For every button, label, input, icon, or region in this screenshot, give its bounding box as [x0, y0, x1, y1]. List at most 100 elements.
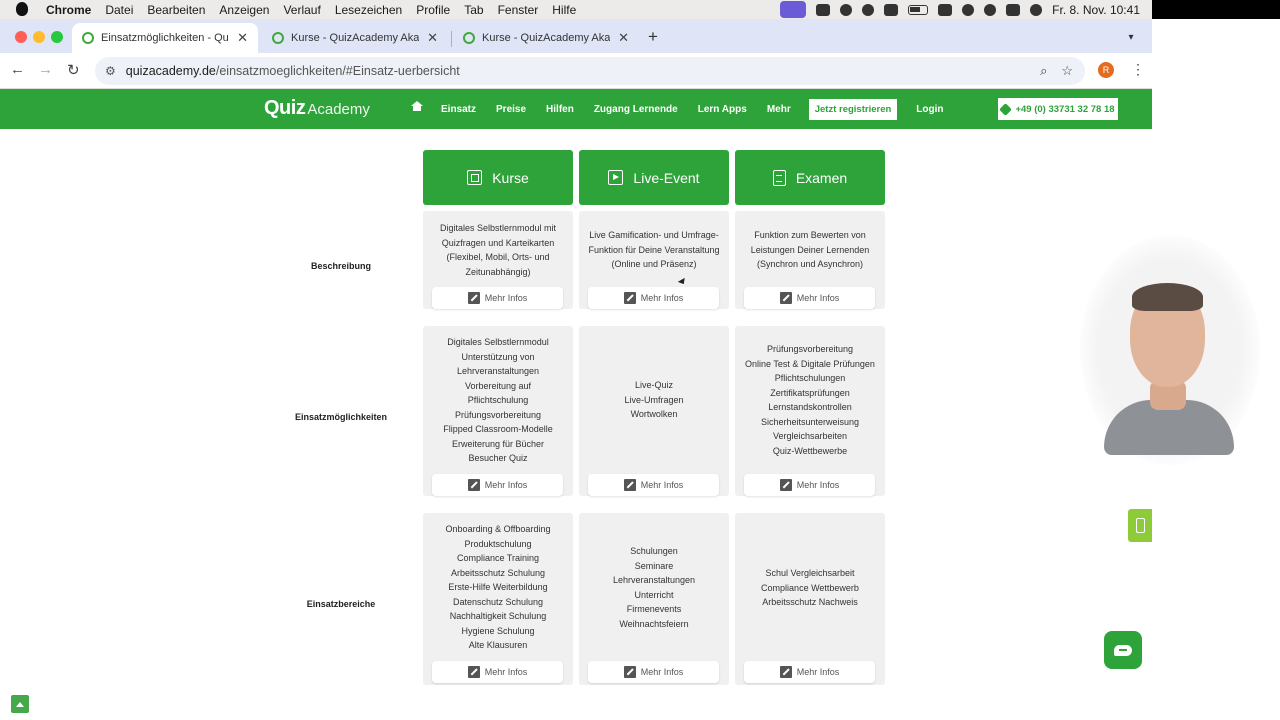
zoom-window-button[interactable]: [51, 31, 63, 43]
home-icon[interactable]: [411, 100, 423, 114]
nav-mehr[interactable]: Mehr: [767, 104, 791, 115]
mehr-infos-button[interactable]: Mehr Infos: [432, 661, 563, 683]
tab-label: Kurse - QuizAcademy Akademie: [291, 32, 420, 44]
phone-button[interactable]: +49 (0) 33731 32 78 18: [998, 98, 1118, 120]
reload-icon[interactable]: ↻: [67, 61, 80, 79]
menu-anzeigen[interactable]: Anzeigen: [219, 3, 269, 17]
menu-hilfe[interactable]: Hilfe: [552, 3, 576, 17]
record-icon[interactable]: [862, 3, 875, 16]
back-arrow-icon[interactable]: ←: [10, 61, 25, 78]
tab-separator: [451, 31, 452, 47]
screen-share-icon[interactable]: [780, 1, 807, 18]
address-bar[interactable]: ⚙ quizacademy.de/einsatzmoeglichkeiten/#…: [95, 57, 1085, 85]
quizacademy-favicon-icon: [272, 32, 284, 44]
video-frame-edge: [1152, 0, 1280, 19]
battery-icon[interactable]: [908, 4, 929, 15]
menu-tab[interactable]: Tab: [464, 3, 483, 17]
bookmark-star-icon[interactable]: ☆: [1061, 63, 1073, 79]
tab-kurse-2[interactable]: Kurse - QuizAcademy Akademie ✕: [453, 23, 639, 53]
mehr-infos-button[interactable]: Mehr Infos: [432, 474, 563, 496]
menu-bearbeiten[interactable]: Bearbeiten: [147, 3, 205, 17]
tab-einsatzmoeglichkeiten[interactable]: Einsatzmöglichkeiten - QuizAcademy ✕: [72, 23, 258, 53]
register-button[interactable]: Jetzt registrieren: [808, 98, 898, 120]
chrome-menu-icon[interactable]: ⋮: [1131, 61, 1145, 78]
edit-icon: [467, 666, 480, 678]
control-center-icon[interactable]: [1006, 3, 1021, 16]
edit-icon: [623, 479, 636, 491]
chat-button[interactable]: [1104, 631, 1142, 669]
site-nav: Einsatz Preise Hilfen Zugang Lernende Le…: [411, 89, 964, 129]
cell-text: Digitales Selbstlernmodul mit Quizfragen…: [439, 223, 557, 277]
mehr-infos-label: Mehr Infos: [640, 293, 684, 303]
minimize-window-button[interactable]: [33, 31, 45, 43]
mehr-infos-button[interactable]: Mehr Infos: [432, 287, 563, 309]
menu-verlauf[interactable]: Verlauf: [283, 3, 320, 17]
phone-icon: [999, 102, 1013, 116]
spotlight-search-icon[interactable]: [984, 3, 997, 16]
zoom-icon[interactable]: ⌕: [1040, 63, 1047, 79]
url-path: /einsatzmoeglichkeiten/#Einsatz-uerbersi…: [215, 64, 460, 78]
column-header-kurse[interactable]: Kurse: [423, 150, 573, 205]
courses-icon: [467, 170, 483, 185]
profile-avatar[interactable]: R: [1098, 62, 1114, 78]
dollar-icon[interactable]: [840, 3, 853, 16]
siri-icon[interactable]: [1030, 3, 1043, 16]
browser-toolbar: ← → ↻ ⚙ quizacademy.de/einsatzmoeglichke…: [0, 53, 1152, 89]
close-window-button[interactable]: [15, 31, 27, 43]
column-header-examen[interactable]: Examen: [735, 150, 885, 205]
tab-search-chevron-icon[interactable]: ▾: [1120, 26, 1142, 48]
menu-datei[interactable]: Datei: [105, 3, 133, 17]
column-header-live-event[interactable]: Live-Event: [579, 150, 729, 205]
menu-profile[interactable]: Profile: [416, 3, 450, 17]
close-tab-icon[interactable]: ✕: [237, 30, 248, 46]
menu-app-name[interactable]: Chrome: [46, 3, 91, 17]
scroll-to-top-button[interactable]: [11, 695, 29, 713]
live-event-play-icon: [608, 170, 624, 185]
mehr-infos-button[interactable]: Mehr Infos: [588, 661, 719, 683]
cell-text: Live Gamification- und Umfrage-Funktion …: [588, 230, 720, 269]
mehr-infos-button[interactable]: Mehr Infos: [744, 661, 875, 683]
cell-einsatzbereiche-examen: Schul Vergleichsarbeit Compliance Wettbe…: [735, 513, 885, 685]
clipboard-icon: [772, 169, 786, 186]
user-icon[interactable]: [962, 3, 975, 16]
row-label-einsatzbereiche: Einsatzbereiche: [306, 599, 376, 609]
mehr-infos-label: Mehr Infos: [484, 293, 528, 303]
menu-clock[interactable]: Fr. 8. Nov. 10:41: [1052, 3, 1140, 17]
mehr-infos-label: Mehr Infos: [484, 480, 528, 490]
mehr-infos-button[interactable]: Mehr Infos: [588, 474, 719, 496]
mehr-infos-button[interactable]: Mehr Infos: [588, 287, 719, 309]
edit-icon: [623, 292, 636, 304]
quizacademy-logo[interactable]: Quiz Academy: [264, 97, 370, 120]
tab-kurse-1[interactable]: Kurse - QuizAcademy Akademie ✕: [262, 23, 448, 53]
address-url[interactable]: quizacademy.de/einsatzmoeglichkeiten/#Ei…: [126, 64, 460, 78]
package-icon[interactable]: [816, 3, 831, 16]
site-settings-icon[interactable]: ⚙: [105, 64, 116, 78]
nav-preise[interactable]: Preise: [496, 104, 526, 115]
cell-text: Digitales Selbstlernmodul Unterstützung …: [443, 337, 553, 463]
nav-lern-apps[interactable]: Lern Apps: [698, 104, 747, 115]
close-tab-icon[interactable]: ✕: [618, 30, 629, 46]
mehr-infos-label: Mehr Infos: [484, 667, 528, 677]
nav-einsatz[interactable]: Einsatz: [441, 104, 476, 115]
nav-hilfen[interactable]: Hilfen: [546, 104, 574, 115]
nav-login[interactable]: Login: [916, 104, 943, 115]
close-tab-icon[interactable]: ✕: [427, 30, 438, 46]
quizacademy-favicon-icon: [463, 32, 475, 44]
forward-arrow-icon[interactable]: →: [38, 61, 53, 78]
nav-zugang-lernende[interactable]: Zugang Lernende: [594, 104, 678, 115]
apple-icon[interactable]: [16, 1, 28, 16]
new-tab-icon[interactable]: +: [648, 27, 658, 47]
cell-text: Funktion zum Bewerten von Leistungen Dei…: [750, 230, 870, 269]
status-area: Fr. 8. Nov. 10:41: [780, 0, 1140, 19]
mehr-infos-button[interactable]: Mehr Infos: [744, 287, 875, 309]
mehr-infos-button[interactable]: Mehr Infos: [744, 474, 875, 496]
volume-icon[interactable]: [884, 3, 899, 16]
menu-lesezeichen[interactable]: Lesezeichen: [335, 3, 402, 17]
mobile-app-tab[interactable]: [1128, 509, 1152, 542]
browser-tab-bar: Einsatzmöglichkeiten - QuizAcademy ✕ Kur…: [0, 19, 1152, 53]
menu-fenster[interactable]: Fenster: [498, 3, 539, 17]
cell-text: Schul Vergleichsarbeit Compliance Wettbe…: [761, 568, 859, 607]
wifi-icon[interactable]: [938, 3, 953, 16]
presenter-webcam-overlay: [1080, 235, 1260, 465]
edit-icon: [779, 292, 792, 304]
